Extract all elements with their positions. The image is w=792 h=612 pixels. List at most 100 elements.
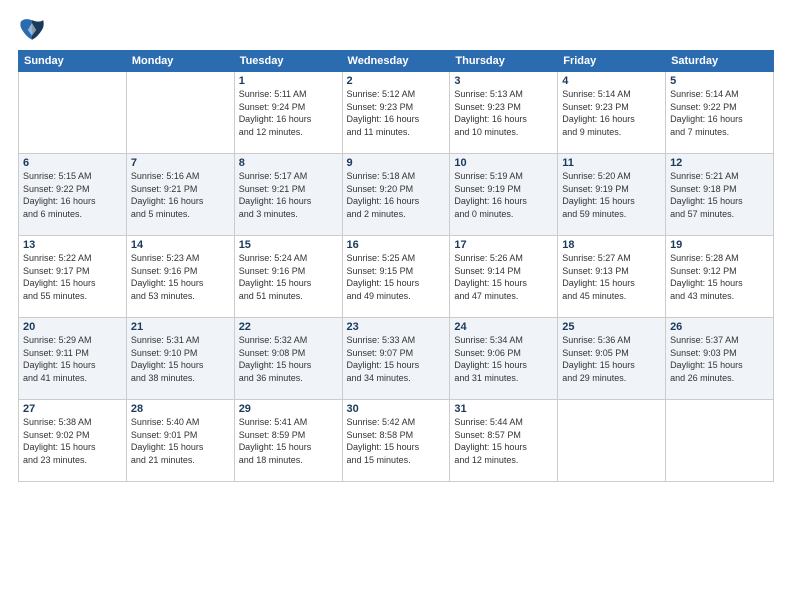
calendar-cell: 9Sunrise: 5:18 AM Sunset: 9:20 PM Daylig… (342, 154, 450, 236)
day-number: 23 (347, 321, 446, 333)
calendar-cell: 6Sunrise: 5:15 AM Sunset: 9:22 PM Daylig… (19, 154, 127, 236)
day-info: Sunrise: 5:31 AM Sunset: 9:10 PM Dayligh… (131, 334, 230, 384)
calendar-cell: 11Sunrise: 5:20 AM Sunset: 9:19 PM Dayli… (558, 154, 666, 236)
weekday-header-tuesday: Tuesday (234, 51, 342, 72)
header (18, 12, 774, 44)
day-info: Sunrise: 5:17 AM Sunset: 9:21 PM Dayligh… (239, 170, 338, 220)
weekday-header-row: SundayMondayTuesdayWednesdayThursdayFrid… (19, 51, 774, 72)
day-number: 4 (562, 75, 661, 87)
calendar-cell: 20Sunrise: 5:29 AM Sunset: 9:11 PM Dayli… (19, 318, 127, 400)
day-info: Sunrise: 5:12 AM Sunset: 9:23 PM Dayligh… (347, 88, 446, 138)
weekday-header-wednesday: Wednesday (342, 51, 450, 72)
day-info: Sunrise: 5:19 AM Sunset: 9:19 PM Dayligh… (454, 170, 553, 220)
day-number: 27 (23, 403, 122, 415)
logo-icon (18, 16, 46, 44)
day-number: 28 (131, 403, 230, 415)
calendar-cell: 28Sunrise: 5:40 AM Sunset: 9:01 PM Dayli… (126, 400, 234, 482)
calendar-cell: 14Sunrise: 5:23 AM Sunset: 9:16 PM Dayli… (126, 236, 234, 318)
day-number: 26 (670, 321, 769, 333)
day-number: 9 (347, 157, 446, 169)
calendar-cell: 16Sunrise: 5:25 AM Sunset: 9:15 PM Dayli… (342, 236, 450, 318)
weekday-header-sunday: Sunday (19, 51, 127, 72)
day-number: 2 (347, 75, 446, 87)
calendar-week-1: 1Sunrise: 5:11 AM Sunset: 9:24 PM Daylig… (19, 72, 774, 154)
calendar-cell: 18Sunrise: 5:27 AM Sunset: 9:13 PM Dayli… (558, 236, 666, 318)
day-info: Sunrise: 5:33 AM Sunset: 9:07 PM Dayligh… (347, 334, 446, 384)
page: SundayMondayTuesdayWednesdayThursdayFrid… (0, 0, 792, 612)
calendar-week-3: 13Sunrise: 5:22 AM Sunset: 9:17 PM Dayli… (19, 236, 774, 318)
calendar-cell (126, 72, 234, 154)
day-info: Sunrise: 5:16 AM Sunset: 9:21 PM Dayligh… (131, 170, 230, 220)
weekday-header-friday: Friday (558, 51, 666, 72)
calendar-cell: 24Sunrise: 5:34 AM Sunset: 9:06 PM Dayli… (450, 318, 558, 400)
day-info: Sunrise: 5:14 AM Sunset: 9:23 PM Dayligh… (562, 88, 661, 138)
weekday-header-monday: Monday (126, 51, 234, 72)
calendar-cell: 23Sunrise: 5:33 AM Sunset: 9:07 PM Dayli… (342, 318, 450, 400)
day-info: Sunrise: 5:41 AM Sunset: 8:59 PM Dayligh… (239, 416, 338, 466)
weekday-header-thursday: Thursday (450, 51, 558, 72)
day-number: 22 (239, 321, 338, 333)
calendar-cell: 22Sunrise: 5:32 AM Sunset: 9:08 PM Dayli… (234, 318, 342, 400)
calendar-cell: 19Sunrise: 5:28 AM Sunset: 9:12 PM Dayli… (666, 236, 774, 318)
day-info: Sunrise: 5:27 AM Sunset: 9:13 PM Dayligh… (562, 252, 661, 302)
calendar-cell: 13Sunrise: 5:22 AM Sunset: 9:17 PM Dayli… (19, 236, 127, 318)
day-number: 24 (454, 321, 553, 333)
day-number: 3 (454, 75, 553, 87)
calendar-cell: 21Sunrise: 5:31 AM Sunset: 9:10 PM Dayli… (126, 318, 234, 400)
day-number: 6 (23, 157, 122, 169)
day-info: Sunrise: 5:15 AM Sunset: 9:22 PM Dayligh… (23, 170, 122, 220)
calendar-cell: 17Sunrise: 5:26 AM Sunset: 9:14 PM Dayli… (450, 236, 558, 318)
calendar-cell: 27Sunrise: 5:38 AM Sunset: 9:02 PM Dayli… (19, 400, 127, 482)
day-number: 21 (131, 321, 230, 333)
day-info: Sunrise: 5:28 AM Sunset: 9:12 PM Dayligh… (670, 252, 769, 302)
weekday-header-saturday: Saturday (666, 51, 774, 72)
day-info: Sunrise: 5:37 AM Sunset: 9:03 PM Dayligh… (670, 334, 769, 384)
calendar-cell: 4Sunrise: 5:14 AM Sunset: 9:23 PM Daylig… (558, 72, 666, 154)
day-number: 19 (670, 239, 769, 251)
day-number: 18 (562, 239, 661, 251)
calendar-cell (558, 400, 666, 482)
calendar-cell: 26Sunrise: 5:37 AM Sunset: 9:03 PM Dayli… (666, 318, 774, 400)
day-number: 31 (454, 403, 553, 415)
day-info: Sunrise: 5:20 AM Sunset: 9:19 PM Dayligh… (562, 170, 661, 220)
calendar-week-5: 27Sunrise: 5:38 AM Sunset: 9:02 PM Dayli… (19, 400, 774, 482)
day-info: Sunrise: 5:21 AM Sunset: 9:18 PM Dayligh… (670, 170, 769, 220)
calendar-cell: 15Sunrise: 5:24 AM Sunset: 9:16 PM Dayli… (234, 236, 342, 318)
calendar-cell: 1Sunrise: 5:11 AM Sunset: 9:24 PM Daylig… (234, 72, 342, 154)
calendar-cell: 30Sunrise: 5:42 AM Sunset: 8:58 PM Dayli… (342, 400, 450, 482)
calendar-cell: 29Sunrise: 5:41 AM Sunset: 8:59 PM Dayli… (234, 400, 342, 482)
calendar-cell (666, 400, 774, 482)
day-info: Sunrise: 5:11 AM Sunset: 9:24 PM Dayligh… (239, 88, 338, 138)
day-info: Sunrise: 5:23 AM Sunset: 9:16 PM Dayligh… (131, 252, 230, 302)
calendar-cell: 25Sunrise: 5:36 AM Sunset: 9:05 PM Dayli… (558, 318, 666, 400)
calendar-cell: 31Sunrise: 5:44 AM Sunset: 8:57 PM Dayli… (450, 400, 558, 482)
day-info: Sunrise: 5:44 AM Sunset: 8:57 PM Dayligh… (454, 416, 553, 466)
day-number: 25 (562, 321, 661, 333)
day-number: 30 (347, 403, 446, 415)
calendar-cell: 7Sunrise: 5:16 AM Sunset: 9:21 PM Daylig… (126, 154, 234, 236)
day-info: Sunrise: 5:38 AM Sunset: 9:02 PM Dayligh… (23, 416, 122, 466)
day-number: 17 (454, 239, 553, 251)
day-number: 5 (670, 75, 769, 87)
day-info: Sunrise: 5:29 AM Sunset: 9:11 PM Dayligh… (23, 334, 122, 384)
day-info: Sunrise: 5:13 AM Sunset: 9:23 PM Dayligh… (454, 88, 553, 138)
day-number: 7 (131, 157, 230, 169)
calendar-cell: 5Sunrise: 5:14 AM Sunset: 9:22 PM Daylig… (666, 72, 774, 154)
day-number: 10 (454, 157, 553, 169)
day-info: Sunrise: 5:22 AM Sunset: 9:17 PM Dayligh… (23, 252, 122, 302)
day-info: Sunrise: 5:40 AM Sunset: 9:01 PM Dayligh… (131, 416, 230, 466)
day-number: 15 (239, 239, 338, 251)
calendar-cell: 8Sunrise: 5:17 AM Sunset: 9:21 PM Daylig… (234, 154, 342, 236)
calendar-cell: 12Sunrise: 5:21 AM Sunset: 9:18 PM Dayli… (666, 154, 774, 236)
calendar-cell: 10Sunrise: 5:19 AM Sunset: 9:19 PM Dayli… (450, 154, 558, 236)
day-number: 1 (239, 75, 338, 87)
day-info: Sunrise: 5:24 AM Sunset: 9:16 PM Dayligh… (239, 252, 338, 302)
day-number: 14 (131, 239, 230, 251)
day-info: Sunrise: 5:18 AM Sunset: 9:20 PM Dayligh… (347, 170, 446, 220)
day-number: 16 (347, 239, 446, 251)
day-info: Sunrise: 5:34 AM Sunset: 9:06 PM Dayligh… (454, 334, 553, 384)
day-number: 8 (239, 157, 338, 169)
day-number: 11 (562, 157, 661, 169)
day-number: 20 (23, 321, 122, 333)
day-info: Sunrise: 5:25 AM Sunset: 9:15 PM Dayligh… (347, 252, 446, 302)
